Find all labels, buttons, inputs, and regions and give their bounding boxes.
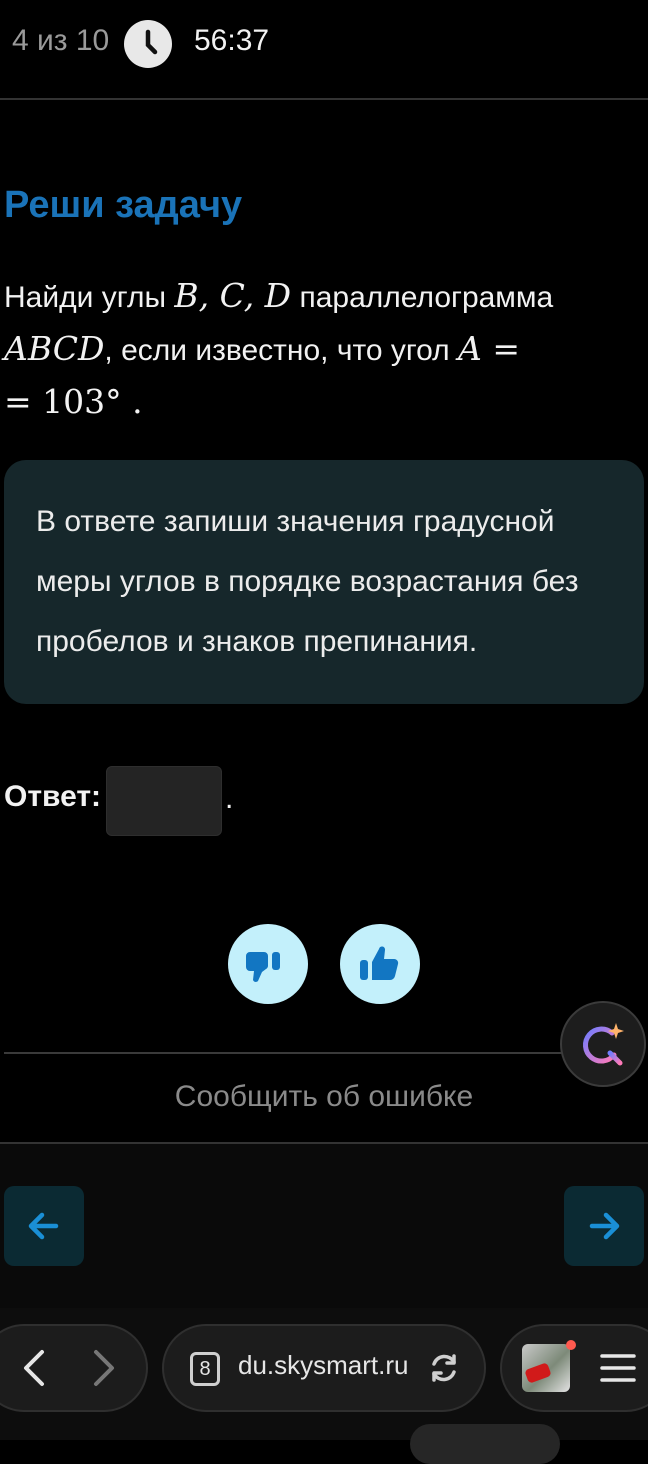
answer-label: Ответ:	[4, 780, 102, 813]
math-period: .	[121, 382, 143, 421]
countdown-timer: 56:37	[194, 24, 270, 57]
problem-text: , если известно, что угол	[104, 334, 459, 367]
reload-icon[interactable]	[426, 1350, 462, 1386]
arrow-left-icon	[28, 1212, 59, 1240]
like-button[interactable]	[340, 924, 420, 1004]
task-navigation-area	[0, 1144, 648, 1308]
answer-input[interactable]	[106, 766, 222, 836]
ai-assistant-button[interactable]	[560, 1001, 646, 1087]
hint-text: В ответе запиши значения градусной меры …	[36, 505, 579, 658]
thumbnail-image-detail	[524, 1362, 552, 1384]
math-angle-value: = 103°	[4, 382, 122, 421]
menu-icon[interactable]	[598, 1350, 638, 1386]
math-angle-list: B, C, D	[174, 276, 292, 315]
answer-hint-box: В ответе запиши значения градусной меры …	[4, 460, 644, 704]
problem-statement: Найди углы B, C, D параллелограмма ABCD,…	[4, 270, 644, 429]
top-bar: 4 из 10 56:37	[0, 0, 648, 100]
divider	[4, 1052, 564, 1054]
browser-address-bar[interactable]: 8 du.skysmart.ru	[162, 1324, 486, 1412]
problem-text: параллелограмма	[291, 281, 554, 314]
browser-nav-pill	[0, 1324, 148, 1412]
gesture-bar	[410, 1424, 560, 1464]
notification-dot	[566, 1340, 576, 1350]
math-figure-name: ABCD	[4, 329, 105, 368]
ai-assistant-icon	[582, 1023, 624, 1066]
browser-menu-pill	[500, 1324, 648, 1412]
problem-text: Найди углы	[4, 281, 175, 314]
task-title: Реши задачу	[4, 184, 243, 226]
tab-preview-thumbnail[interactable]	[522, 1344, 570, 1392]
previous-task-button[interactable]	[4, 1186, 84, 1266]
next-task-button[interactable]	[564, 1186, 644, 1266]
math-given-angle: A =	[458, 329, 521, 368]
task-progress: 4 из 10	[12, 24, 110, 57]
clock-icon	[124, 20, 172, 68]
browser-back-icon[interactable]	[16, 1348, 52, 1388]
thumbs-down-icon	[246, 952, 280, 982]
dislike-button[interactable]	[228, 924, 308, 1004]
tab-count-badge[interactable]: 8	[190, 1352, 220, 1386]
report-error-link[interactable]: Сообщить об ошибке	[0, 1080, 648, 1114]
answer-suffix: .	[225, 782, 234, 815]
arrow-right-icon	[589, 1212, 620, 1240]
address-url[interactable]: du.skysmart.ru	[238, 1350, 409, 1381]
browser-forward-icon[interactable]	[86, 1348, 122, 1388]
thumbs-up-icon	[360, 946, 399, 981]
